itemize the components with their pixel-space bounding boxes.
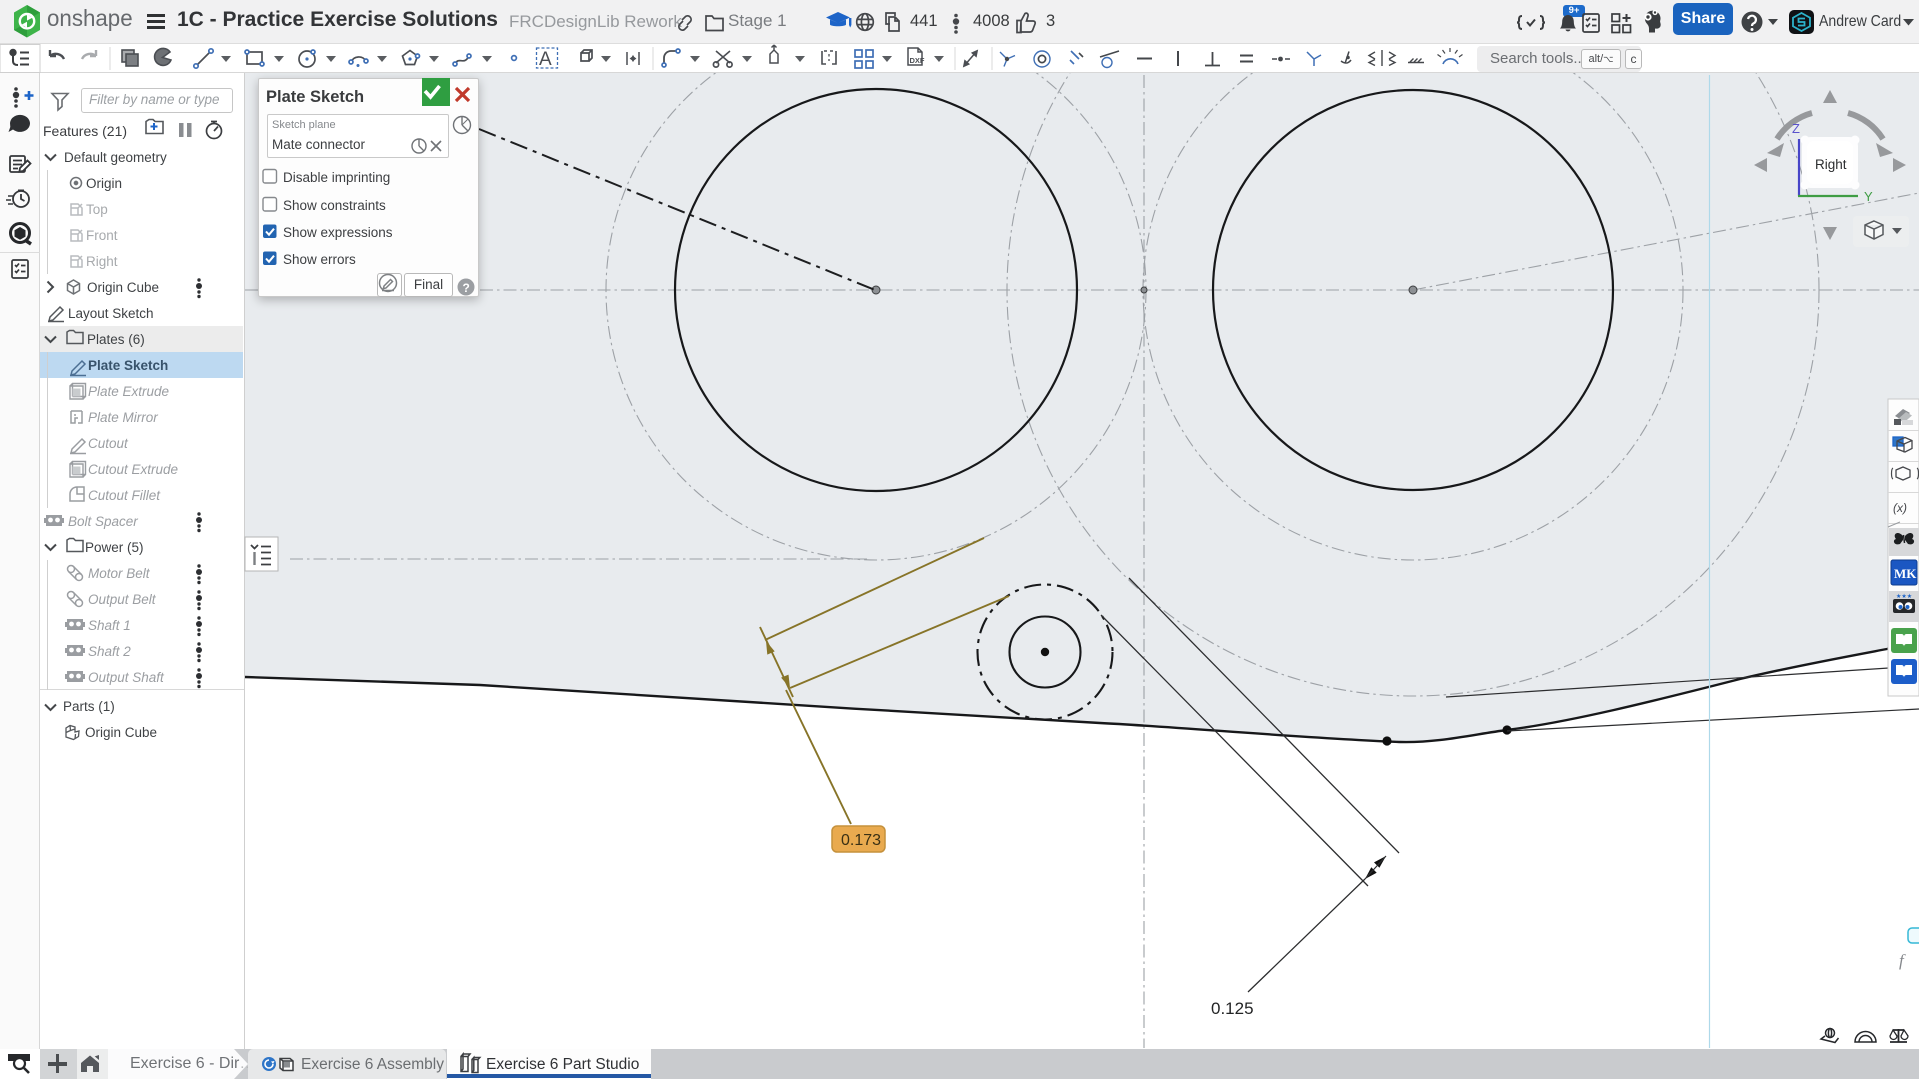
svg-text:0.173: 0.173 <box>841 832 881 849</box>
svg-text:0.125: 0.125 <box>1211 999 1254 1018</box>
